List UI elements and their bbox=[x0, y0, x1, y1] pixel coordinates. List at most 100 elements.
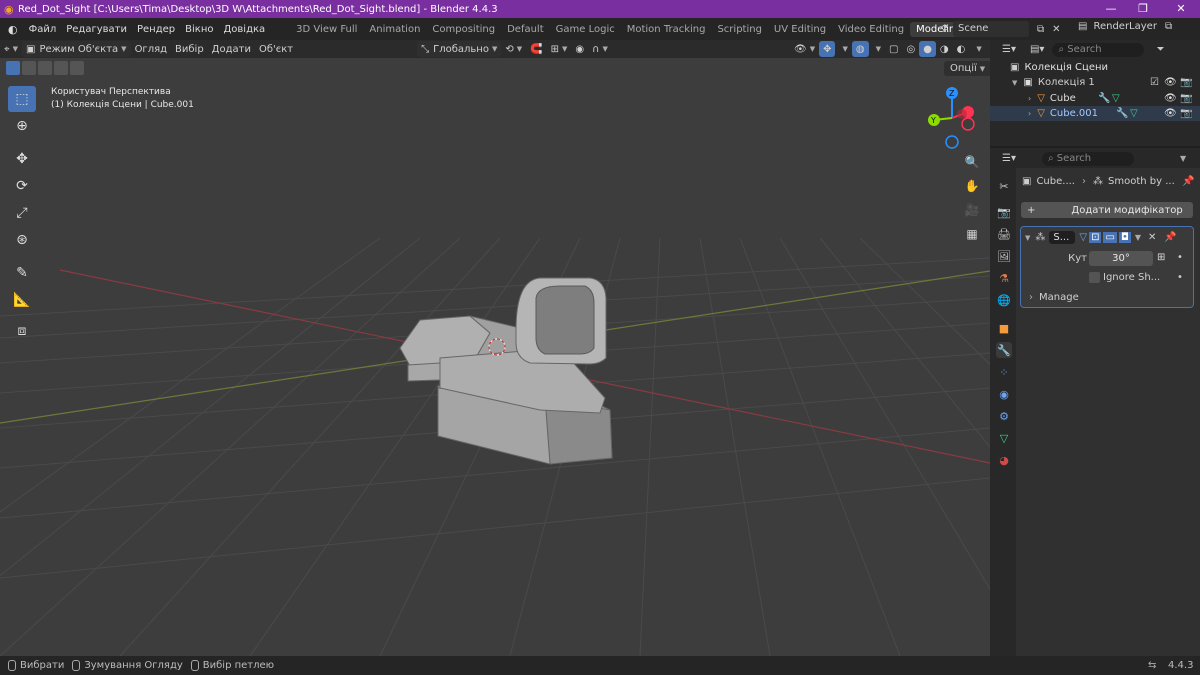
manage-subpanel-header[interactable]: › Manage bbox=[1029, 292, 1079, 303]
outliner-search[interactable]: ⌕ Search bbox=[1052, 42, 1145, 57]
tab-game-logic[interactable]: Game Logic bbox=[550, 22, 621, 37]
material-shading-icon[interactable]: ◑ bbox=[936, 41, 953, 57]
shading-options-icon[interactable]: ▼ bbox=[969, 41, 985, 57]
scale-tool-icon[interactable]: ⤢ bbox=[8, 200, 36, 226]
pan-hand-icon[interactable]: ✋ bbox=[962, 176, 982, 196]
particles-tab-icon[interactable]: ⁘ bbox=[996, 364, 1012, 380]
render-display-icon[interactable]: ◘ bbox=[1118, 232, 1131, 243]
gizmo-x-negative[interactable] bbox=[961, 117, 975, 131]
add-modifier-button[interactable]: + Додати модифікатор bbox=[1021, 202, 1193, 218]
menu-edit[interactable]: Редагувати bbox=[61, 24, 132, 35]
collapse-icon[interactable]: ▼ bbox=[1012, 79, 1017, 87]
cursor-tool-icon[interactable]: ⊕ bbox=[8, 113, 36, 139]
3d-viewport[interactable] bbox=[0, 58, 990, 656]
material-tab-icon[interactable]: ◕ bbox=[996, 452, 1012, 468]
edit-mode-icon[interactable]: ▽ bbox=[1079, 232, 1087, 243]
outliner-row-cube-001[interactable]: › ▽ Cube.001 🔧 ▽ 👁 📷 bbox=[990, 106, 1200, 121]
move-tool-icon[interactable]: ✥ bbox=[8, 146, 36, 172]
blender-menu-icon[interactable]: ◐ bbox=[8, 23, 18, 36]
menu-select[interactable]: Вибір bbox=[171, 41, 208, 57]
render-tab-icon[interactable]: 📷 bbox=[996, 204, 1012, 220]
gizmo-z-negative[interactable] bbox=[945, 135, 959, 149]
camera-view-icon[interactable]: 🎥 bbox=[962, 200, 982, 220]
tab-motion-tracking[interactable]: Motion Tracking bbox=[621, 22, 712, 37]
eye-icon[interactable]: 👁 bbox=[1164, 93, 1177, 104]
select-box-tool-icon[interactable]: ⬚ bbox=[8, 86, 36, 112]
display-mode-icon[interactable]: ▤▾ bbox=[1030, 44, 1044, 55]
gizmo-options-icon[interactable]: ▼ bbox=[835, 41, 851, 57]
output-tab-icon[interactable]: 🖨 bbox=[996, 226, 1012, 242]
view-layer-icon[interactable]: ▤ bbox=[1078, 21, 1087, 32]
properties-editor-icon[interactable]: ☰▾ bbox=[1002, 153, 1016, 164]
orientation-selector[interactable]: ⤡ Глобально ▼ bbox=[417, 41, 502, 57]
menu-file[interactable]: Файл bbox=[24, 24, 62, 35]
properties-search[interactable]: ⌕ Search bbox=[1041, 151, 1134, 166]
tab-uv-editing[interactable]: UV Editing bbox=[768, 22, 832, 37]
select-invert-icon[interactable] bbox=[54, 61, 68, 75]
snap-target-icon[interactable]: ⊞ ▼ bbox=[547, 41, 572, 57]
outliner-collection-row[interactable]: ▼ ▣ Колекція 1 ☑ 👁 📷 bbox=[990, 75, 1200, 90]
keyframe-dot-icon[interactable]: • bbox=[1177, 272, 1183, 283]
camera-render-icon[interactable]: 📷 bbox=[1180, 93, 1192, 104]
wireframe-shading-icon[interactable]: ◎ bbox=[902, 41, 919, 57]
object-tab-icon[interactable]: ■ bbox=[996, 320, 1012, 336]
eye-icon[interactable]: 👁 bbox=[1164, 108, 1177, 119]
new-view-layer-icon[interactable]: ⧉ bbox=[1165, 21, 1172, 32]
annotate-tool-icon[interactable]: ✎ bbox=[8, 260, 36, 286]
tab-video-editing[interactable]: Video Editing bbox=[832, 22, 910, 37]
modifier-menu-icon[interactable]: ▼ bbox=[1135, 233, 1141, 242]
tab-scripting[interactable]: Scripting bbox=[711, 22, 767, 37]
tool-tab-icon[interactable]: ✂ bbox=[996, 178, 1012, 194]
scene-icon[interactable]: ⚗ bbox=[940, 24, 949, 35]
editmode-display-icon[interactable]: ⊡ bbox=[1089, 232, 1102, 243]
tab-animation[interactable]: Animation bbox=[363, 22, 426, 37]
select-intersect-icon[interactable] bbox=[70, 61, 84, 75]
outliner-editor-icon[interactable]: ☰▾ bbox=[1002, 44, 1016, 55]
editor-type-icon[interactable]: ⌖ ▼ bbox=[0, 41, 22, 57]
overlay-toggle-icon[interactable]: ◍ bbox=[851, 41, 869, 57]
filter-icon[interactable]: ⏷ bbox=[1156, 44, 1164, 55]
select-extend-icon[interactable] bbox=[22, 61, 36, 75]
ortho-grid-icon[interactable]: ▦ bbox=[962, 224, 982, 244]
menu-help[interactable]: Довідка bbox=[218, 24, 270, 35]
angle-field[interactable]: 30° bbox=[1089, 251, 1153, 266]
maximize-icon[interactable]: ❐ bbox=[1128, 0, 1158, 18]
close-icon[interactable]: ✕ bbox=[1166, 0, 1196, 18]
pivot-icon[interactable]: ⟲ ▼ bbox=[501, 41, 526, 57]
pin-icon[interactable]: 📌 bbox=[1182, 176, 1194, 187]
xray-icon[interactable]: ▢ bbox=[885, 41, 902, 57]
minimize-icon[interactable]: — bbox=[1096, 0, 1126, 18]
snap-icon[interactable]: 🧲 bbox=[526, 41, 546, 57]
tab-default[interactable]: Default bbox=[501, 22, 550, 37]
expand-icon[interactable]: › bbox=[1028, 109, 1031, 118]
node-socket-toggle-icon[interactable]: ⊞ bbox=[1157, 252, 1165, 263]
select-new-icon[interactable] bbox=[6, 61, 20, 75]
world-tab-icon[interactable]: 🌐 bbox=[996, 292, 1012, 308]
scene-selector[interactable]: Scene bbox=[952, 21, 1029, 37]
properties-options-icon[interactable]: ▼ bbox=[1180, 154, 1186, 163]
options-button[interactable]: Опції ▼ bbox=[944, 61, 992, 76]
viewport-display-icon[interactable]: ▭ bbox=[1103, 232, 1117, 243]
camera-render-icon[interactable]: 📷 bbox=[1180, 108, 1192, 119]
menu-window[interactable]: Вікно bbox=[180, 24, 218, 35]
tab-3d-view-full[interactable]: 3D View Full bbox=[290, 22, 363, 37]
visibility-icon[interactable]: 👁 ▼ bbox=[790, 41, 819, 57]
navigation-gizmo[interactable]: Z Y bbox=[918, 84, 986, 152]
expand-icon[interactable]: › bbox=[1028, 94, 1031, 103]
new-scene-icon[interactable]: ⧉ bbox=[1037, 24, 1044, 35]
scene-tab-icon[interactable]: ⚗ bbox=[996, 270, 1012, 286]
select-subtract-icon[interactable] bbox=[38, 61, 52, 75]
modifier-pin-icon[interactable]: 📌 bbox=[1164, 232, 1176, 243]
menu-object[interactable]: Об'єкт bbox=[255, 41, 297, 57]
constraints-tab-icon[interactable]: ⚙ bbox=[996, 408, 1012, 424]
falloff-icon[interactable]: ∩ ▼ bbox=[588, 41, 612, 57]
keyframe-dot-icon[interactable]: • bbox=[1177, 252, 1183, 263]
rotate-tool-icon[interactable]: ⟳ bbox=[8, 173, 36, 199]
menu-view[interactable]: Огляд bbox=[131, 41, 171, 57]
rendered-shading-icon[interactable]: ◐ bbox=[953, 41, 970, 57]
view-layer-selector[interactable]: RenderLayer bbox=[1093, 21, 1156, 32]
physics-tab-icon[interactable]: ◉ bbox=[996, 386, 1012, 402]
outliner-scene-collection[interactable]: ▣ Колекція Сцени bbox=[990, 60, 1200, 75]
solid-shading-icon[interactable]: ● bbox=[919, 41, 936, 57]
menu-add[interactable]: Додати bbox=[208, 41, 255, 57]
